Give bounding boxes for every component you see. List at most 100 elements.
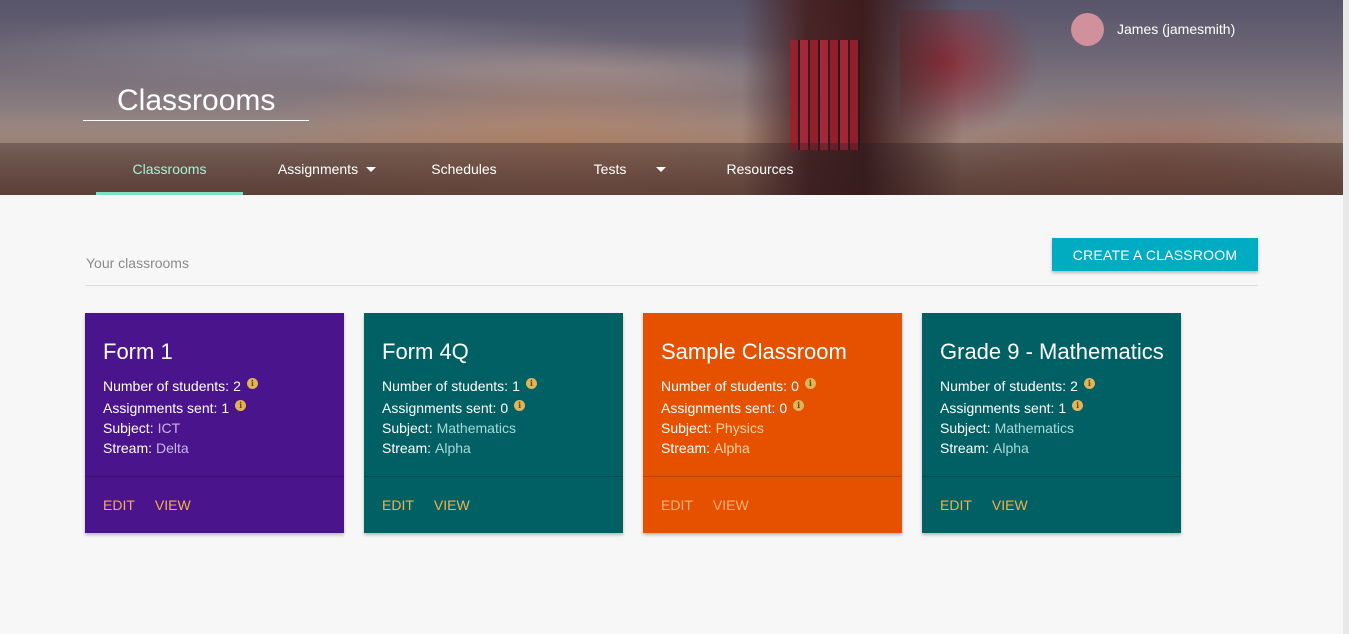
stream-label: Stream:	[382, 440, 432, 456]
assignments-value: 1	[1058, 400, 1067, 416]
avatar[interactable]	[1071, 12, 1104, 46]
students-row: Number of students: 1 i	[382, 377, 537, 394]
assignments-label: Assignments sent:	[382, 400, 497, 416]
tab-resources[interactable]: Resources	[710, 143, 810, 195]
students-value: 2	[233, 378, 241, 394]
divider	[85, 285, 1258, 286]
edit-button[interactable]: EDIT	[382, 497, 414, 513]
edit-button[interactable]: EDIT	[661, 497, 693, 513]
banner-cloth	[790, 40, 860, 150]
classroom-card: Grade 9 - Mathematics Number of students…	[922, 313, 1181, 533]
card-title: Grade 9 - Mathematics	[940, 339, 1164, 364]
info-icon[interactable]: i	[246, 377, 258, 389]
assignments-value: 1	[221, 400, 230, 416]
assignments-row: Assignments sent: 1 i	[103, 399, 247, 416]
edit-button[interactable]: EDIT	[103, 497, 135, 513]
card-divider	[364, 476, 623, 477]
tab-tests[interactable]: Tests	[580, 143, 680, 195]
assignments-label: Assignments sent:	[661, 400, 776, 416]
tab-assignments[interactable]: Assignments	[262, 143, 392, 195]
stream-value: Delta	[156, 440, 189, 456]
subject-label: Subject:	[382, 420, 433, 436]
card-title: Sample Classroom	[661, 339, 847, 364]
tab-label: Tests	[593, 161, 627, 177]
info-icon[interactable]: i	[514, 399, 526, 411]
info-icon[interactable]: i	[804, 377, 816, 389]
user-menu[interactable]: James (jamesmith)	[1071, 12, 1235, 46]
info-icon[interactable]: i	[1072, 399, 1084, 411]
card-actions: EDIT VIEW	[940, 497, 1028, 513]
students-value: 1	[512, 378, 520, 394]
classroom-card: Sample Classroom Number of students: 0 i…	[643, 313, 902, 533]
stream-row: Stream: Alpha	[940, 440, 1029, 456]
card-actions: EDIT VIEW	[661, 497, 749, 513]
subject-value: Mathematics	[994, 420, 1074, 436]
view-button[interactable]: VIEW	[992, 497, 1028, 513]
stream-value: Alpha	[993, 440, 1029, 456]
chevron-down-icon	[656, 166, 667, 172]
card-actions: EDIT VIEW	[382, 497, 470, 513]
view-button[interactable]: VIEW	[713, 497, 749, 513]
students-value: 2	[1070, 378, 1078, 394]
main-nav: Classrooms Assignments Schedules Tests R…	[0, 143, 1343, 195]
tab-label: Assignments	[277, 161, 359, 177]
subject-value: ICT	[157, 420, 181, 436]
tab-schedules[interactable]: Schedules	[410, 143, 518, 195]
stream-row: Stream: Alpha	[382, 440, 471, 456]
students-label: Number of students:	[382, 378, 509, 394]
card-divider	[922, 476, 1181, 477]
assignments-row: Assignments sent: 0 i	[382, 399, 526, 416]
subject-row: Subject: ICT	[103, 420, 180, 436]
tab-label: Schedules	[431, 161, 497, 177]
card-title: Form 4Q	[382, 339, 469, 364]
stream-label: Stream:	[103, 440, 153, 456]
classroom-card: Form 1 Number of students: 2 i Assignmen…	[85, 313, 344, 533]
students-label: Number of students:	[661, 378, 788, 394]
stream-value: Alpha	[714, 440, 750, 456]
view-button[interactable]: VIEW	[155, 497, 191, 513]
card-divider	[643, 476, 902, 477]
chevron-down-icon	[366, 166, 377, 172]
tab-label: Classrooms	[132, 161, 207, 177]
assignments-value: 0	[779, 400, 788, 416]
subject-label: Subject:	[940, 420, 991, 436]
stream-label: Stream:	[940, 440, 990, 456]
info-icon[interactable]: i	[1083, 377, 1095, 389]
subject-row: Subject: Mathematics	[382, 420, 516, 436]
subject-row: Subject: Physics	[661, 420, 764, 436]
subject-value: Mathematics	[436, 420, 516, 436]
students-label: Number of students:	[940, 378, 1067, 394]
students-value: 0	[791, 378, 799, 394]
classroom-card: Form 4Q Number of students: 1 i Assignme…	[364, 313, 623, 533]
assignments-label: Assignments sent:	[940, 400, 1055, 416]
stream-label: Stream:	[661, 440, 711, 456]
tab-label: Resources	[726, 161, 794, 177]
students-row: Number of students: 2 i	[103, 377, 258, 394]
assignments-row: Assignments sent: 0 i	[661, 399, 805, 416]
subject-row: Subject: Mathematics	[940, 420, 1074, 436]
user-name[interactable]: James (jamesmith)	[1117, 21, 1235, 37]
card-divider	[85, 476, 344, 477]
card-actions: EDIT VIEW	[103, 497, 191, 513]
stream-value: Alpha	[435, 440, 471, 456]
edit-button[interactable]: EDIT	[940, 497, 972, 513]
assignments-row: Assignments sent: 1 i	[940, 399, 1084, 416]
students-row: Number of students: 0 i	[661, 377, 816, 394]
card-title: Form 1	[103, 339, 173, 364]
tab-classrooms[interactable]: Classrooms	[96, 143, 243, 195]
subject-value: Physics	[715, 420, 764, 436]
assignments-value: 0	[500, 400, 509, 416]
section-label: Your classrooms	[86, 255, 189, 271]
subject-label: Subject:	[103, 420, 154, 436]
page-title: Classrooms	[83, 83, 309, 121]
info-icon[interactable]: i	[793, 399, 805, 411]
students-label: Number of students:	[103, 378, 230, 394]
create-classroom-button[interactable]: CREATE A CLASSROOM	[1052, 238, 1258, 271]
page: James (jamesmith) Classrooms Classrooms …	[0, 0, 1349, 634]
info-icon[interactable]: i	[235, 399, 247, 411]
stream-row: Stream: Delta	[103, 440, 189, 456]
view-button[interactable]: VIEW	[434, 497, 470, 513]
info-icon[interactable]: i	[525, 377, 537, 389]
assignments-label: Assignments sent:	[103, 400, 218, 416]
scrollbar[interactable]	[1343, 0, 1349, 634]
